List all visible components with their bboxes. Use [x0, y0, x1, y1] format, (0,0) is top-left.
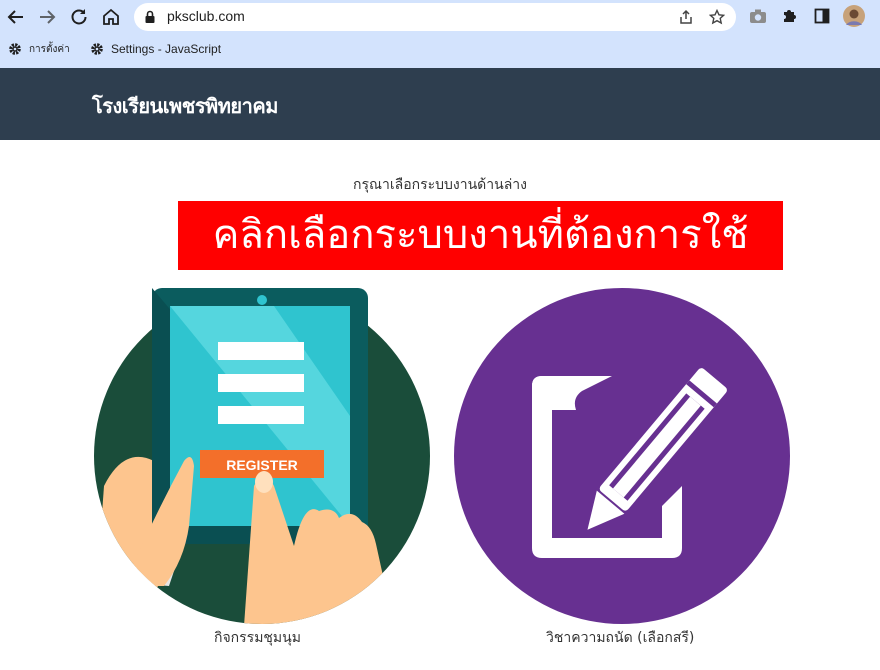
aptitude-subject-card[interactable] — [452, 286, 792, 626]
back-arrow-icon — [7, 10, 23, 24]
lock-icon[interactable] — [140, 7, 160, 27]
reload-button[interactable] — [66, 4, 92, 30]
register-tablet-illustration: REGISTER — [94, 288, 430, 624]
aptitude-subject-label[interactable]: วิชาความถนัด (เลือกสรี) — [546, 627, 694, 649]
bookmark-star-icon[interactable] — [707, 7, 727, 27]
bookmarks-bar: การตั้งค่า Settings - JavaScript — [0, 36, 880, 62]
browser-toolbar: pksclub.com การตั้งค่า Settings - JavaSc… — [0, 0, 880, 68]
site-title[interactable]: โรงเรียนเพชรพิทยาคม — [92, 90, 278, 122]
bookmark-item[interactable]: การตั้งค่า — [8, 40, 70, 58]
reload-icon — [71, 9, 87, 25]
instruction-banner: คลิกเลือกระบบงานที่ต้องการใช้ — [178, 201, 783, 270]
profile-avatar[interactable] — [843, 5, 865, 27]
gear-icon — [9, 43, 21, 55]
share-icon[interactable] — [676, 7, 696, 27]
home-icon — [103, 8, 119, 25]
document-pencil-icon — [454, 288, 790, 624]
register-image-text: REGISTER — [226, 457, 298, 473]
address-bar[interactable]: pksclub.com — [134, 3, 736, 31]
site-header: โรงเรียนเพชรพิทยาคม — [0, 68, 880, 140]
gear-icon — [91, 43, 103, 55]
club-activity-card[interactable]: REGISTER — [94, 286, 434, 626]
camera-extension-icon[interactable] — [747, 5, 769, 27]
bookmark-item[interactable]: Settings - JavaScript — [90, 40, 221, 58]
bookmark-label: Settings - JavaScript — [111, 42, 222, 56]
back-button[interactable] — [3, 4, 29, 30]
instruction-text: กรุณาเลือกระบบงานด้านล่าง — [353, 177, 527, 193]
url-text[interactable]: pksclub.com — [167, 8, 245, 24]
side-panel-icon[interactable] — [811, 5, 833, 27]
extensions-puzzle-icon[interactable] — [779, 5, 801, 27]
bookmark-label: การตั้งค่า — [29, 43, 70, 55]
forward-button[interactable] — [34, 4, 60, 30]
home-button[interactable] — [98, 4, 124, 30]
forward-arrow-icon — [40, 10, 56, 24]
club-activity-label[interactable]: กิจกรรมชุมนุม — [214, 627, 301, 649]
